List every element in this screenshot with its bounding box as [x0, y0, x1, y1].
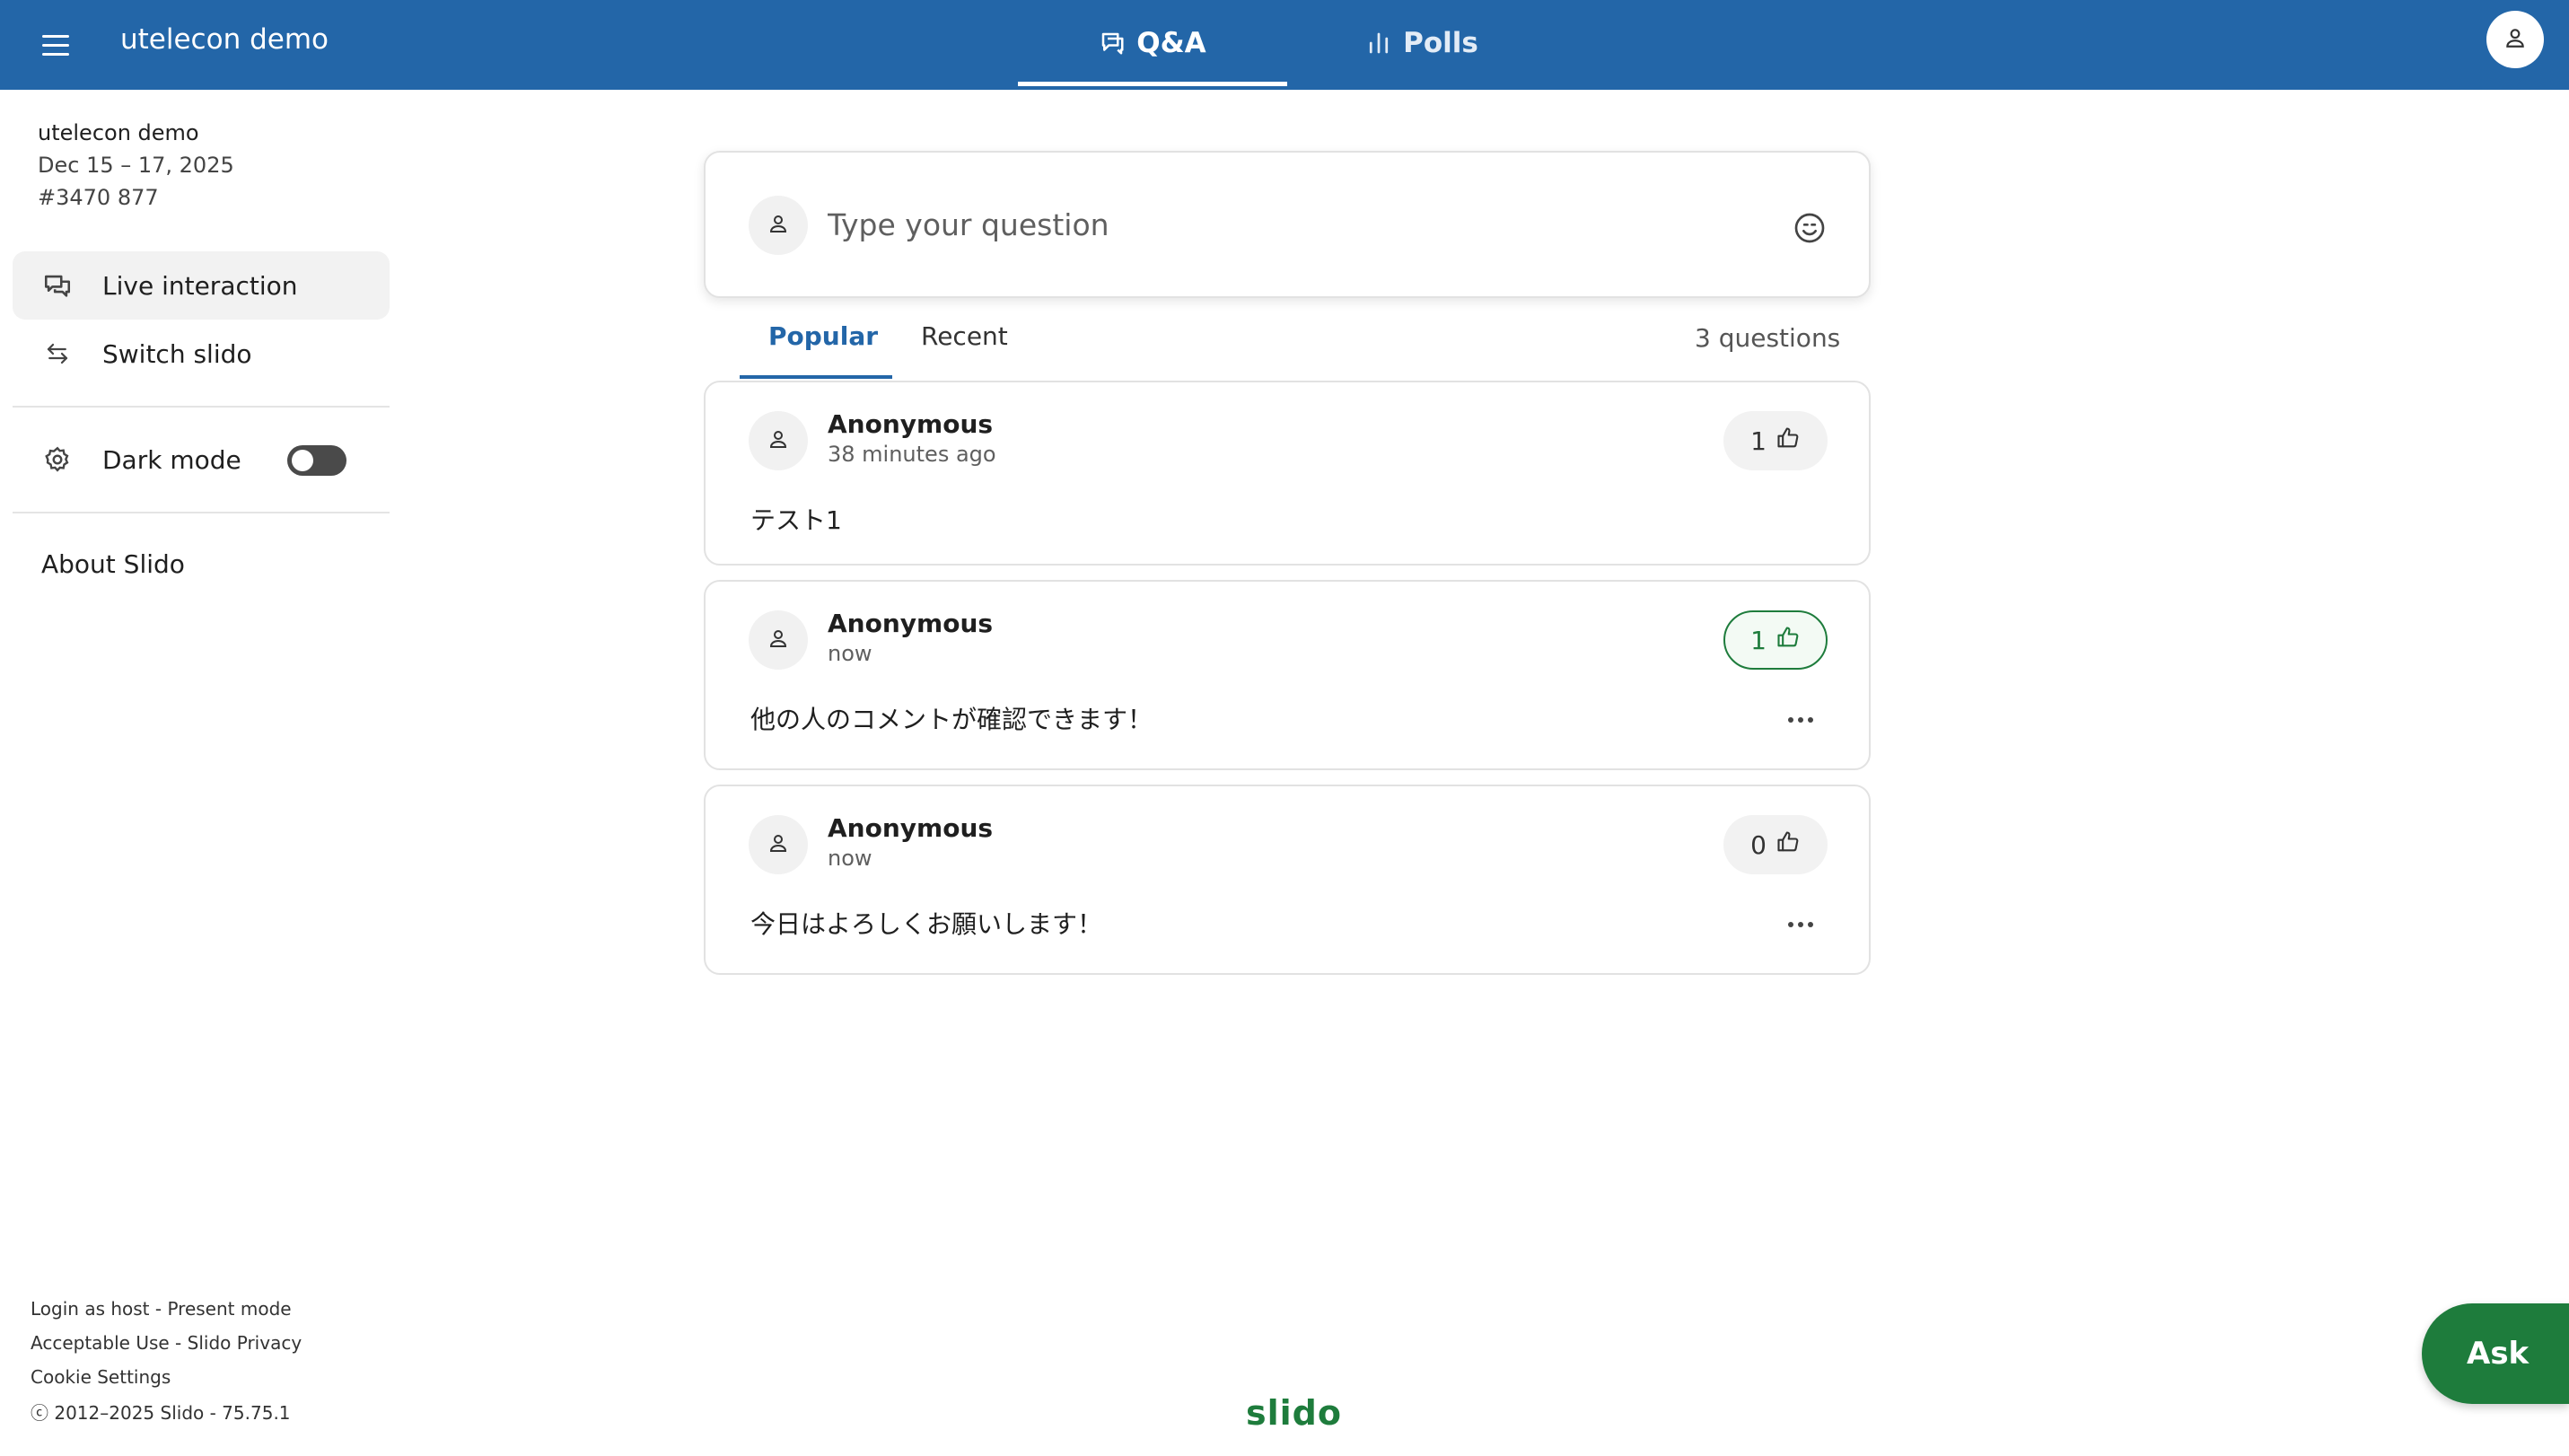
like-count: 1 — [1750, 625, 1767, 655]
like-count: 0 — [1750, 829, 1767, 860]
ask-button[interactable]: Ask — [2422, 1303, 2569, 1404]
copyright: ⓒ 2012–2025 Slido - 75.75.1 — [31, 1402, 291, 1424]
avatar — [749, 815, 808, 874]
thumbs-up-icon — [1776, 625, 1801, 656]
tab-popular[interactable]: Popular — [768, 321, 878, 351]
avatar — [749, 411, 808, 470]
chat-bubbles-icon — [13, 270, 102, 301]
tab-qa[interactable]: Q&A — [1018, 0, 1287, 86]
thumbs-up-icon — [1776, 829, 1801, 861]
smiley-icon[interactable] — [1790, 208, 1829, 248]
toggle-knob — [292, 450, 313, 471]
slido-privacy-link[interactable]: Slido Privacy — [188, 1332, 302, 1354]
about-slido-link[interactable]: About Slido — [41, 549, 185, 579]
question-time: now — [828, 641, 872, 666]
question-text: 他の人のコメントが確認できます！ — [750, 705, 1153, 734]
question-count: 3 questions — [1695, 323, 1841, 353]
sidebar-divider — [13, 406, 390, 408]
footer-row-host: Login as host - Present mode — [31, 1298, 292, 1320]
gear-icon — [13, 445, 102, 474]
tab-qa-label: Q&A — [1136, 27, 1206, 59]
more-options-icon[interactable] — [1777, 907, 1824, 943]
present-mode-link[interactable]: Present mode — [167, 1298, 291, 1320]
user-icon — [2503, 26, 2527, 53]
like-button[interactable]: 0 — [1723, 815, 1828, 874]
dark-mode-toggle[interactable] — [287, 445, 346, 476]
sidebar-item-label: Live interaction — [102, 270, 298, 301]
avatar — [749, 610, 808, 670]
separator: - — [169, 1332, 188, 1354]
user-icon — [767, 627, 789, 653]
app-title: utelecon demo — [120, 23, 329, 56]
question-author: Anonymous — [828, 409, 994, 439]
sort-tab-indicator — [740, 375, 892, 379]
sidebar-item-switch-slido[interactable]: Switch slido — [13, 320, 390, 388]
separator: - — [149, 1298, 168, 1320]
thumbs-up-icon — [1776, 425, 1801, 457]
question-time: now — [828, 846, 872, 871]
like-button[interactable]: 1 — [1723, 610, 1828, 670]
bar-chart-icon — [1365, 30, 1392, 57]
user-icon — [767, 832, 789, 857]
footer-row-cookie: Cookie Settings — [31, 1366, 171, 1388]
top-bar: utelecon demo Q&A Polls — [0, 0, 2569, 90]
ask-question-card — [704, 151, 1871, 298]
event-name: utelecon demo — [38, 120, 199, 145]
question-time: 38 minutes ago — [828, 442, 996, 467]
active-tab-indicator — [1018, 82, 1287, 86]
swap-arrows-icon — [13, 340, 102, 367]
user-icon — [767, 213, 789, 238]
question-text: テスト1 — [750, 505, 842, 535]
sidebar-divider — [13, 512, 390, 513]
tab-recent[interactable]: Recent — [921, 321, 1008, 351]
question-author: Anonymous — [828, 609, 994, 638]
question-card: Anonymous 38 minutes ago 1 テスト1 — [704, 381, 1871, 566]
avatar — [749, 196, 808, 255]
event-dates: Dec 15 – 17, 2025 — [38, 153, 234, 178]
cookie-settings-link[interactable]: Cookie Settings — [31, 1366, 171, 1388]
user-avatar-button[interactable] — [2486, 11, 2544, 68]
sidebar-item-label: Switch slido — [102, 338, 252, 369]
hamburger-menu-icon[interactable] — [32, 23, 79, 66]
user-icon — [767, 428, 789, 453]
dark-mode-label: Dark mode — [102, 444, 241, 475]
chat-bubble-icon — [1099, 30, 1126, 57]
question-input[interactable] — [828, 197, 1725, 251]
tab-polls[interactable]: Polls — [1287, 0, 1556, 86]
question-text: 今日はよろしくお願いします！ — [750, 909, 1103, 939]
footer-row-legal: Acceptable Use - Slido Privacy — [31, 1332, 302, 1354]
question-author: Anonymous — [828, 813, 994, 843]
more-options-icon[interactable] — [1777, 702, 1824, 738]
login-as-host-link[interactable]: Login as host — [31, 1298, 150, 1320]
like-count: 1 — [1750, 425, 1767, 456]
question-card: Anonymous now 0 今日はよろしくお願いします！ — [704, 785, 1871, 975]
slido-logo: slido — [1246, 1393, 1342, 1433]
sidebar-item-live-interaction[interactable]: Live interaction — [13, 251, 390, 320]
question-card: Anonymous now 1 他の人のコメントが確認できます！ — [704, 580, 1871, 770]
acceptable-use-link[interactable]: Acceptable Use — [31, 1332, 170, 1354]
tab-polls-label: Polls — [1403, 27, 1478, 59]
event-code: #3470 877 — [38, 185, 159, 210]
like-button[interactable]: 1 — [1723, 411, 1828, 470]
